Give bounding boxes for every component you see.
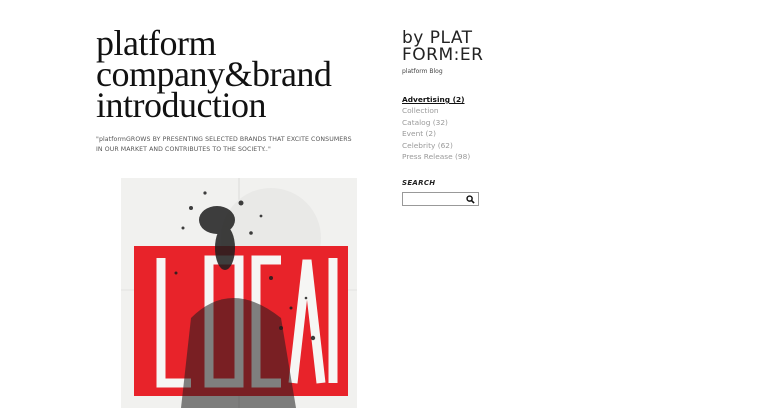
category-item-event[interactable]: Event (2) [402,128,470,139]
category-list: Advertising (2) Collection Catalog (32) … [402,94,470,162]
brand-subtitle: platform Blog [402,68,443,75]
brand-block: by PLAT FORM:ER platform Blog [402,30,522,76]
page-title: platform company&brand introduction [96,25,386,125]
category-item-celebrity[interactable]: Celebrity (62) [402,140,470,151]
search-label: SEARCH [402,179,436,187]
poster-image [121,178,357,408]
logo-line: FORM:ER [402,45,484,65]
search-icon[interactable] [466,195,475,204]
category-item-press-release[interactable]: Press Release (98) [402,151,470,162]
intro-quote: "platformGROWS BY PRESENTING SELECTED BR… [96,135,356,155]
category-item-collection[interactable]: Collection [402,105,470,116]
category-item-advertising[interactable]: Advertising (2) [402,94,470,105]
brand-logo[interactable]: by PLAT FORM:ER [402,30,522,64]
title-line: introduction [96,85,266,125]
quote-line: IN OUR MARKET AND CONTRIBUTES TO THE SOC… [96,146,271,153]
poster-artwork [121,178,357,408]
category-item-catalog[interactable]: Catalog (32) [402,117,470,128]
quote-line: "platformGROWS BY PRESENTING SELECTED BR… [96,136,352,143]
search-box [402,192,479,206]
search-input[interactable] [405,194,463,204]
